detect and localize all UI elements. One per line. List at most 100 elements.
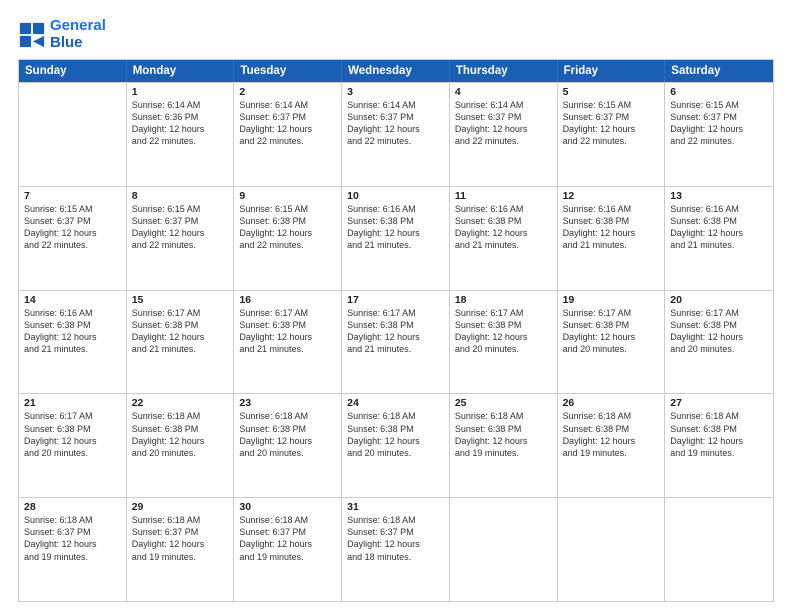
cal-header-cell: Thursday — [450, 60, 558, 82]
day-number: 11 — [455, 190, 552, 202]
day-info: Sunrise: 6:18 AM Sunset: 6:37 PM Dayligh… — [24, 514, 121, 563]
day-number: 18 — [455, 294, 552, 306]
cal-day-cell — [450, 498, 558, 601]
day-number: 3 — [347, 86, 444, 98]
cal-header-cell: Wednesday — [342, 60, 450, 82]
cal-day-cell: 16Sunrise: 6:17 AM Sunset: 6:38 PM Dayli… — [234, 291, 342, 394]
day-info: Sunrise: 6:15 AM Sunset: 6:38 PM Dayligh… — [239, 203, 336, 252]
day-info: Sunrise: 6:18 AM Sunset: 6:38 PM Dayligh… — [670, 410, 768, 459]
cal-week-row: 1Sunrise: 6:14 AM Sunset: 6:36 PM Daylig… — [19, 82, 773, 186]
cal-week-row: 7Sunrise: 6:15 AM Sunset: 6:37 PM Daylig… — [19, 186, 773, 290]
day-number: 8 — [132, 190, 229, 202]
day-info: Sunrise: 6:16 AM Sunset: 6:38 PM Dayligh… — [24, 307, 121, 356]
day-number: 27 — [670, 397, 768, 409]
day-info: Sunrise: 6:16 AM Sunset: 6:38 PM Dayligh… — [670, 203, 768, 252]
cal-day-cell — [665, 498, 773, 601]
cal-day-cell: 2Sunrise: 6:14 AM Sunset: 6:37 PM Daylig… — [234, 83, 342, 186]
logo-text: General Blue — [50, 18, 106, 51]
cal-week-row: 21Sunrise: 6:17 AM Sunset: 6:38 PM Dayli… — [19, 393, 773, 497]
day-info: Sunrise: 6:17 AM Sunset: 6:38 PM Dayligh… — [239, 307, 336, 356]
day-info: Sunrise: 6:14 AM Sunset: 6:37 PM Dayligh… — [239, 99, 336, 148]
cal-header-cell: Tuesday — [234, 60, 342, 82]
day-info: Sunrise: 6:18 AM Sunset: 6:38 PM Dayligh… — [347, 410, 444, 459]
day-number: 9 — [239, 190, 336, 202]
day-number: 30 — [239, 501, 336, 513]
logo-icon — [18, 21, 46, 49]
cal-day-cell: 7Sunrise: 6:15 AM Sunset: 6:37 PM Daylig… — [19, 187, 127, 290]
day-info: Sunrise: 6:14 AM Sunset: 6:37 PM Dayligh… — [455, 99, 552, 148]
day-info: Sunrise: 6:15 AM Sunset: 6:37 PM Dayligh… — [670, 99, 768, 148]
day-number: 22 — [132, 397, 229, 409]
day-info: Sunrise: 6:14 AM Sunset: 6:37 PM Dayligh… — [347, 99, 444, 148]
day-info: Sunrise: 6:17 AM Sunset: 6:38 PM Dayligh… — [24, 410, 121, 459]
day-number: 19 — [563, 294, 660, 306]
day-info: Sunrise: 6:17 AM Sunset: 6:38 PM Dayligh… — [347, 307, 444, 356]
day-number: 12 — [563, 190, 660, 202]
day-info: Sunrise: 6:15 AM Sunset: 6:37 PM Dayligh… — [24, 203, 121, 252]
day-info: Sunrise: 6:15 AM Sunset: 6:37 PM Dayligh… — [132, 203, 229, 252]
day-number: 7 — [24, 190, 121, 202]
cal-day-cell — [558, 498, 666, 601]
day-number: 21 — [24, 397, 121, 409]
cal-header-cell: Sunday — [19, 60, 127, 82]
day-info: Sunrise: 6:15 AM Sunset: 6:37 PM Dayligh… — [563, 99, 660, 148]
cal-day-cell: 23Sunrise: 6:18 AM Sunset: 6:38 PM Dayli… — [234, 394, 342, 497]
cal-day-cell: 1Sunrise: 6:14 AM Sunset: 6:36 PM Daylig… — [127, 83, 235, 186]
day-info: Sunrise: 6:16 AM Sunset: 6:38 PM Dayligh… — [563, 203, 660, 252]
cal-header-cell: Friday — [558, 60, 666, 82]
cal-day-cell: 14Sunrise: 6:16 AM Sunset: 6:38 PM Dayli… — [19, 291, 127, 394]
cal-day-cell — [19, 83, 127, 186]
cal-day-cell: 19Sunrise: 6:17 AM Sunset: 6:38 PM Dayli… — [558, 291, 666, 394]
day-info: Sunrise: 6:18 AM Sunset: 6:38 PM Dayligh… — [239, 410, 336, 459]
day-number: 20 — [670, 294, 768, 306]
day-number: 29 — [132, 501, 229, 513]
cal-header-cell: Saturday — [665, 60, 773, 82]
header: General Blue — [18, 18, 774, 51]
cal-day-cell: 9Sunrise: 6:15 AM Sunset: 6:38 PM Daylig… — [234, 187, 342, 290]
day-info: Sunrise: 6:16 AM Sunset: 6:38 PM Dayligh… — [455, 203, 552, 252]
cal-day-cell: 26Sunrise: 6:18 AM Sunset: 6:38 PM Dayli… — [558, 394, 666, 497]
cal-day-cell: 10Sunrise: 6:16 AM Sunset: 6:38 PM Dayli… — [342, 187, 450, 290]
day-number: 31 — [347, 501, 444, 513]
day-info: Sunrise: 6:18 AM Sunset: 6:37 PM Dayligh… — [132, 514, 229, 563]
cal-day-cell: 25Sunrise: 6:18 AM Sunset: 6:38 PM Dayli… — [450, 394, 558, 497]
cal-day-cell: 22Sunrise: 6:18 AM Sunset: 6:38 PM Dayli… — [127, 394, 235, 497]
cal-day-cell: 29Sunrise: 6:18 AM Sunset: 6:37 PM Dayli… — [127, 498, 235, 601]
cal-day-cell: 18Sunrise: 6:17 AM Sunset: 6:38 PM Dayli… — [450, 291, 558, 394]
day-info: Sunrise: 6:18 AM Sunset: 6:38 PM Dayligh… — [563, 410, 660, 459]
day-number: 16 — [239, 294, 336, 306]
day-info: Sunrise: 6:14 AM Sunset: 6:36 PM Dayligh… — [132, 99, 229, 148]
day-info: Sunrise: 6:17 AM Sunset: 6:38 PM Dayligh… — [563, 307, 660, 356]
cal-day-cell: 11Sunrise: 6:16 AM Sunset: 6:38 PM Dayli… — [450, 187, 558, 290]
logo: General Blue — [18, 18, 106, 51]
day-info: Sunrise: 6:17 AM Sunset: 6:38 PM Dayligh… — [670, 307, 768, 356]
day-number: 26 — [563, 397, 660, 409]
day-info: Sunrise: 6:18 AM Sunset: 6:37 PM Dayligh… — [347, 514, 444, 563]
cal-day-cell: 28Sunrise: 6:18 AM Sunset: 6:37 PM Dayli… — [19, 498, 127, 601]
day-number: 4 — [455, 86, 552, 98]
day-info: Sunrise: 6:16 AM Sunset: 6:38 PM Dayligh… — [347, 203, 444, 252]
cal-day-cell: 4Sunrise: 6:14 AM Sunset: 6:37 PM Daylig… — [450, 83, 558, 186]
cal-header-cell: Monday — [127, 60, 235, 82]
day-info: Sunrise: 6:18 AM Sunset: 6:38 PM Dayligh… — [455, 410, 552, 459]
cal-day-cell: 24Sunrise: 6:18 AM Sunset: 6:38 PM Dayli… — [342, 394, 450, 497]
calendar-body: 1Sunrise: 6:14 AM Sunset: 6:36 PM Daylig… — [19, 82, 773, 601]
day-number: 10 — [347, 190, 444, 202]
cal-week-row: 14Sunrise: 6:16 AM Sunset: 6:38 PM Dayli… — [19, 290, 773, 394]
day-number: 1 — [132, 86, 229, 98]
cal-day-cell: 3Sunrise: 6:14 AM Sunset: 6:37 PM Daylig… — [342, 83, 450, 186]
day-number: 15 — [132, 294, 229, 306]
day-number: 23 — [239, 397, 336, 409]
day-info: Sunrise: 6:18 AM Sunset: 6:37 PM Dayligh… — [239, 514, 336, 563]
day-number: 6 — [670, 86, 768, 98]
day-number: 13 — [670, 190, 768, 202]
cal-day-cell: 15Sunrise: 6:17 AM Sunset: 6:38 PM Dayli… — [127, 291, 235, 394]
cal-day-cell: 8Sunrise: 6:15 AM Sunset: 6:37 PM Daylig… — [127, 187, 235, 290]
cal-week-row: 28Sunrise: 6:18 AM Sunset: 6:37 PM Dayli… — [19, 497, 773, 601]
cal-day-cell: 5Sunrise: 6:15 AM Sunset: 6:37 PM Daylig… — [558, 83, 666, 186]
cal-day-cell: 6Sunrise: 6:15 AM Sunset: 6:37 PM Daylig… — [665, 83, 773, 186]
day-info: Sunrise: 6:17 AM Sunset: 6:38 PM Dayligh… — [455, 307, 552, 356]
day-number: 24 — [347, 397, 444, 409]
cal-day-cell: 21Sunrise: 6:17 AM Sunset: 6:38 PM Dayli… — [19, 394, 127, 497]
page: General Blue SundayMondayTuesdayWednesda… — [0, 0, 792, 612]
